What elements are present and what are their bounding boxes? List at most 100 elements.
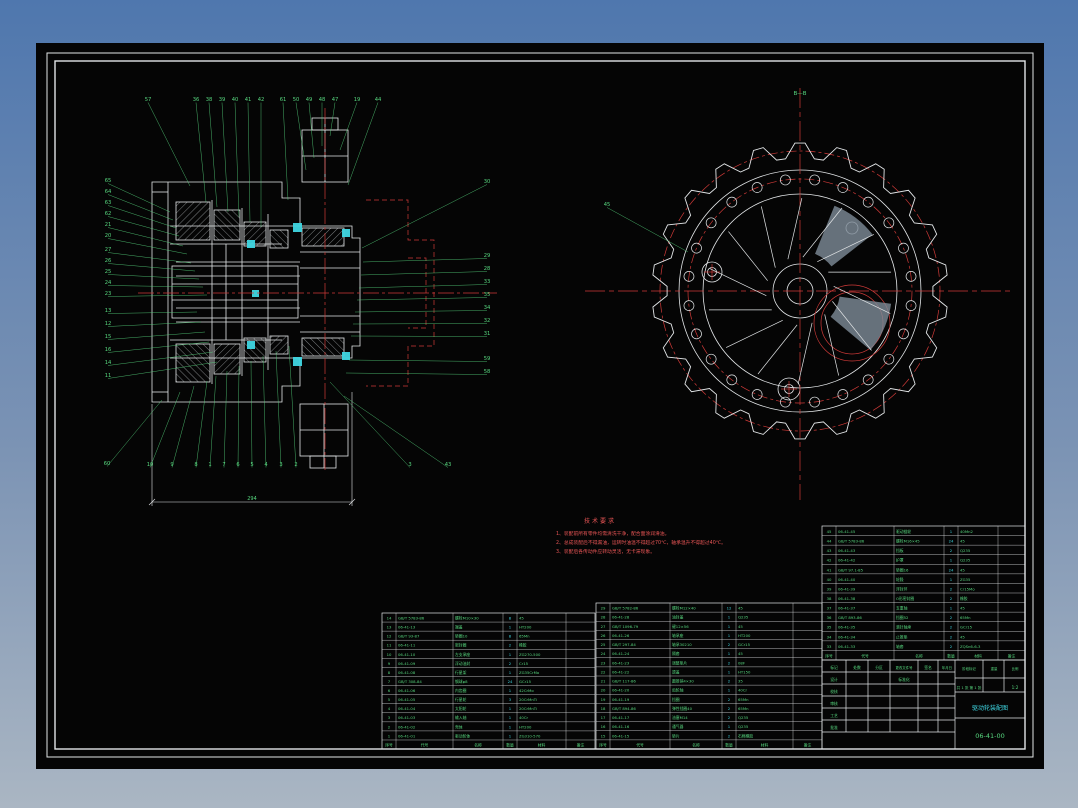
bom-cell: 橡胶 <box>960 596 968 601</box>
titleblock-field-label: 更改文件号 <box>896 665 914 670</box>
bom-cell: 垫片 <box>672 733 680 738</box>
balloon-number: 13 <box>105 308 112 314</box>
bom-cell: 06-41-09 <box>398 661 416 666</box>
bom-cell: GCr15 <box>738 642 751 647</box>
bom-cell: 44 <box>827 539 832 544</box>
bom-cell: 45 <box>960 634 965 639</box>
titleblock-field-label: 签名 <box>924 665 932 670</box>
bom-cell: 29 <box>601 606 606 611</box>
bom-cell: 35 <box>738 679 743 684</box>
bom-cell: GB/T 93-87 <box>398 634 420 639</box>
balloon-number: 40 <box>232 97 239 103</box>
bom-cell: 06-41-11 <box>398 643 416 648</box>
bom-cell: HT200 <box>738 633 751 638</box>
bom-cell: 06-41-06 <box>398 688 416 693</box>
bom-cell: 06-41-19 <box>612 697 630 702</box>
bom-cell: 螺栓M12×40 <box>672 606 696 611</box>
balloon-number: 10 <box>147 462 154 468</box>
bom-cell: HT150 <box>738 669 751 674</box>
bom-cell: 18 <box>601 706 606 711</box>
bom-cell: GB/T 1096-79 <box>612 624 639 629</box>
bom-header-cell: 序号 <box>385 742 393 747</box>
balloon-number: 25 <box>105 269 112 275</box>
bom-cell: 42 <box>827 558 832 563</box>
bom-cell: 浮封环 <box>896 586 908 591</box>
balloon-number: 41 <box>245 97 252 103</box>
bom-cell: 45 <box>519 615 524 620</box>
balloon-number: 11 <box>105 373 112 379</box>
bom-cell: GB/T 297-84 <box>612 642 636 647</box>
bom-cell: Q235 <box>960 558 971 563</box>
bom-header-cell: 名称 <box>915 653 923 658</box>
bom-cell: 06-41-16 <box>612 724 630 729</box>
balloon-number: 30 <box>484 179 491 185</box>
bom-header-cell: 材料 <box>974 653 982 658</box>
bom-cell: ZG35 <box>960 577 971 582</box>
titleblock-field-label: 比例 <box>1012 666 1019 671</box>
bom-cell: 06-41-37 <box>838 606 856 611</box>
bom-cell: 33 <box>827 644 832 649</box>
bom-header-cell: 序号 <box>599 742 607 747</box>
bom-cell: Cr15 <box>519 661 529 666</box>
balloon-number: 57 <box>145 97 152 103</box>
bom-cell: GB/T 97.1-85 <box>838 567 864 572</box>
bom-cell: 钢球φ8 <box>455 679 468 684</box>
bom-cell: 06-41-39 <box>838 586 856 591</box>
balloon-number: 8 <box>194 462 197 468</box>
bom-cell: 21 <box>601 679 606 684</box>
bom-cell: 45 <box>738 651 743 656</box>
balloon-number: 28 <box>484 266 491 272</box>
bom-cell: 06-41-34 <box>838 634 856 639</box>
bom-cell: 06-41-40 <box>838 577 856 582</box>
bom-header-cell: 备注 <box>1008 653 1016 658</box>
bom-cell: 11 <box>387 643 392 648</box>
bom-cell: GB/T 5782-86 <box>612 606 639 611</box>
bom-cell: 40Cr <box>738 688 747 693</box>
bom-cell: 65Mn <box>738 697 749 702</box>
bom-cell: 06-41-02 <box>398 724 416 729</box>
bom-cell: 浮动油封 <box>455 661 470 666</box>
bom-cell: 45 <box>827 529 832 534</box>
balloon-number: 38 <box>206 97 213 103</box>
bom-cell: 20 <box>601 688 606 693</box>
bom-header-cell: 代号 <box>636 742 644 747</box>
balloon-number: 12 <box>105 321 112 327</box>
bom-cell: 驱动轮体 <box>455 733 470 738</box>
bom-cell: 06-41-35 <box>838 625 856 630</box>
bom-cell: 06-41-38 <box>838 596 856 601</box>
balloon-number: 24 <box>105 280 112 286</box>
balloon-number: 19 <box>354 97 361 103</box>
bom-header-cell: 序号 <box>825 653 833 658</box>
bom-cell: 39 <box>827 586 832 591</box>
notes-line: 3、装配后各传动件应转动灵活，无卡滞现象。 <box>556 548 655 555</box>
bom-cell: 护罩 <box>896 558 904 563</box>
bom-cell: 26 <box>601 633 606 638</box>
bom-header-cell: 材料 <box>538 742 546 747</box>
balloon-number: 44 <box>375 97 382 103</box>
balloon-number: 9 <box>170 462 173 468</box>
sprocket-view-label: B—B <box>793 91 806 97</box>
bom-cell: 行星架 <box>455 670 467 675</box>
bom-cell: 滚针轴承 <box>896 625 911 630</box>
balloon-number: 21 <box>105 222 112 228</box>
bom-cell: 14 <box>387 615 392 620</box>
bom-cell: 43 <box>827 548 832 553</box>
bom-cell: 08F <box>738 660 745 665</box>
bom-cell: 06-41-22 <box>612 669 630 674</box>
bom-cell: 挡圈52 <box>896 615 909 620</box>
bom-header-cell: 备注 <box>804 742 812 747</box>
bom-cell: Q235 <box>738 724 749 729</box>
bom-header-cell: 数量 <box>506 742 514 747</box>
balloon-number: 23 <box>105 291 112 297</box>
balloon-number: 62 <box>105 211 112 217</box>
bom-cell: 24 <box>949 539 954 544</box>
balloon-number: 59 <box>484 356 491 362</box>
bom-cell: GB/T 5783-86 <box>838 539 865 544</box>
bom-cell: 28 <box>601 615 606 620</box>
bom-cell: 输入轴 <box>455 715 467 720</box>
bom-header-cell: 代号 <box>421 742 429 747</box>
balloon-number: 49 <box>306 97 313 103</box>
titleblock-field-label: 年月日 <box>942 665 952 670</box>
notes-line: 2、总成装配后不得漏油，运转时油温不得超过70℃，轴承温升不得超过40℃。 <box>556 539 726 546</box>
bom-cell: GB/T 894-86 <box>612 706 636 711</box>
